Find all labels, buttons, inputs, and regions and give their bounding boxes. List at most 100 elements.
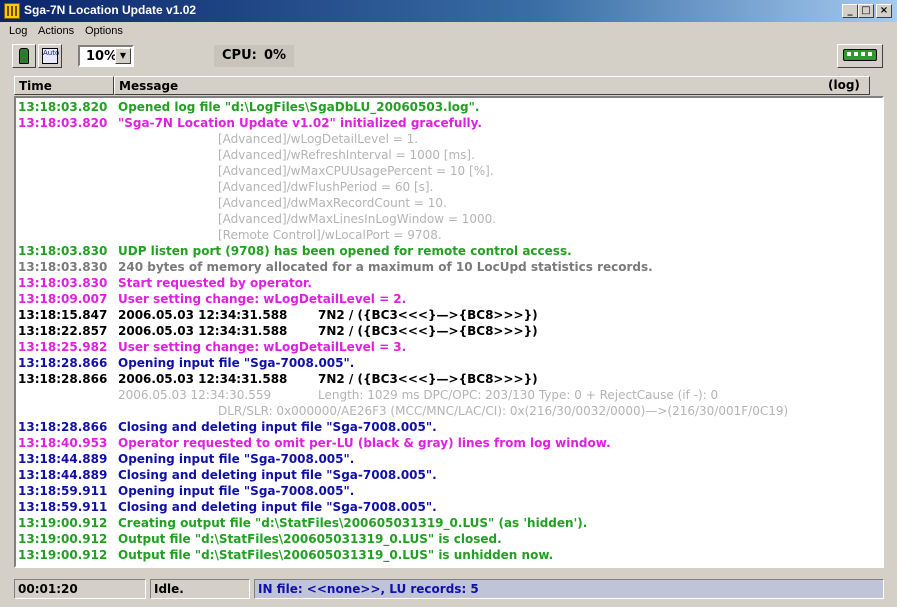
log-row: 13:18:15.847 2006.05.03 12:34:31.588 7N2 /… [16,308,882,324]
log-x1: 7N2 / ({BC3<<<}—>{BC8>>>}) [318,324,538,338]
log-time: 13:19:00.912 [18,548,108,562]
log-row: 13:18:28.866 Closing and deleting input f… [16,420,882,436]
log-time: 13:18:44.889 [18,452,108,466]
log-row: DLR/SLR: 0x000000/AE26F3 (MCC/MNC/LAC/CI… [16,404,882,420]
auto-download-icon: Auto [42,48,59,64]
log-ind: [Remote Control]/wLocalPort = 9708. [218,228,442,242]
close-button[interactable]: × [876,4,892,18]
app-icon[interactable] [4,3,20,19]
log-msg: 2006.05.03 12:34:31.588 [118,372,288,386]
log-time: 13:18:28.866 [18,420,108,434]
log-time: 13:18:44.889 [18,468,108,482]
toolbar: Auto 10% ▼ CPU: 0% [0,41,897,73]
log-x1: Length: 1029 ms DPC/OPC: 203/130 Type: 0… [318,388,719,402]
cpu-limit-value: 10% [86,49,118,64]
log-row: [Advanced]/dwFlushPeriod = 60 [s]. [16,180,882,196]
log-row: 13:18:03.830 Start requested by operator. [16,276,882,292]
log-time: 13:18:59.911 [18,500,108,514]
maximize-button[interactable]: □ [858,4,874,18]
column-header-message[interactable]: Message [114,76,870,95]
log-msg: Creating output file "d:\StatFiles\20060… [118,516,588,530]
log-msg: Opening input file "Sga-7008.005". [118,356,355,370]
log-row: 13:18:44.889 Opening input file "Sga-7008… [16,452,882,468]
log-msg: UDP listen port (9708) has been opened f… [118,244,572,258]
log-header: Time Message (log) [14,76,884,95]
status-bar: 00:01:20 Idle. IN file: <<none>>, LU rec… [0,577,897,603]
log-msg: User setting change: wLogDetailLevel = 2… [118,292,407,306]
log-window[interactable]: 13:18:03.820 Opened log file "d:\LogFiles… [14,96,884,568]
minimize-button[interactable]: _ [842,4,858,18]
auto-button[interactable]: Auto [38,44,62,68]
log-ind: [Advanced]/wRefreshInterval = 1000 [ms]. [218,148,475,162]
log-ind: DLR/SLR: 0x000000/AE26F3 (MCC/MNC/LAC/CI… [218,404,789,418]
log-msg: Opened log file "d:\LogFiles\SgaDbLU_200… [118,100,480,114]
log-ind: [Advanced]/wMaxCPUUsagePercent = 10 [%]. [218,164,494,178]
log-time: 13:18:09.007 [18,292,108,306]
cpu-label: CPU: [222,48,257,63]
log-x1: 7N2 / ({BC3<<<}—>{BC8>>>}) [318,308,538,322]
menu-log[interactable]: Log [9,25,27,37]
log-ind: [Advanced]/dwFlushPeriod = 60 [s]. [218,180,434,194]
log-time: 13:18:03.820 [18,116,108,130]
log-row: 13:19:00.912 Output file "d:\StatFiles\20… [16,532,882,548]
cpu-limit-select[interactable]: 10% ▼ [78,45,134,67]
log-ind: [Advanced]/wLogDetailLevel = 1. [218,132,419,146]
traffic-light-button[interactable] [12,44,36,68]
status-state: Idle. [150,579,250,599]
log-time: 13:18:40.953 [18,436,108,450]
log-row: 13:18:28.866 Opening input file "Sga-7008… [16,356,882,372]
log-row: 13:19:00.912 Output file "d:\StatFiles\20… [16,548,882,564]
log-msg: Opening input file "Sga-7008.005". [118,484,355,498]
column-header-log: (log) [828,78,860,92]
log-row: 13:18:40.953 Operator requested to omit p… [16,436,882,452]
log-row: [Advanced]/wRefreshInterval = 1000 [ms]. [16,148,882,164]
traffic-light-icon [19,48,29,64]
log-time: 13:18:25.982 [18,340,108,354]
log-row: 13:18:44.889 Closing and deleting input f… [16,468,882,484]
train-icon [843,49,877,61]
log-row: [Advanced]/wLogDetailLevel = 1. [16,132,882,148]
log-row: 13:18:22.857 2006.05.03 12:34:31.588 7N2 /… [16,324,882,340]
log-msg: User setting change: wLogDetailLevel = 3… [118,340,407,354]
window-title: Sga-7N Location Update v1.02 [24,3,197,17]
log-msg: Output file "d:\StatFiles\200605031319_0… [118,548,554,562]
column-header-time[interactable]: Time [14,76,114,95]
menu-actions[interactable]: Actions [38,25,74,37]
chevron-down-icon[interactable]: ▼ [115,48,131,64]
log-msg: Start requested by operator. [118,276,312,290]
log-msg: 2006.05.03 12:34:30.559 [118,388,272,402]
train-button[interactable] [837,44,883,68]
log-msg: Closing and deleting input file "Sga-700… [118,468,437,482]
log-row: [Advanced]/dwMaxLinesInLogWindow = 1000. [16,212,882,228]
log-row: 13:18:03.830 UDP listen port (9708) has b… [16,244,882,260]
log-row: 13:18:59.911 Closing and deleting input f… [16,500,882,516]
log-time: 13:18:15.847 [18,308,108,322]
log-time: 13:18:59.911 [18,484,108,498]
log-msg: Closing and deleting input file "Sga-700… [118,500,437,514]
log-row: 13:18:28.866 2006.05.03 12:34:31.588 7N2 /… [16,372,882,388]
log-time: 13:19:00.912 [18,532,108,546]
log-msg: 240 bytes of memory allocated for a maxi… [118,260,653,274]
log-row: [Advanced]/wMaxCPUUsagePercent = 10 [%]. [16,164,882,180]
cpu-value: 0% [264,48,287,63]
log-row: 2006.05.03 12:34:30.559 Length: 1029 ms D… [16,388,882,404]
log-msg: Output file "d:\StatFiles\200605031319_0… [118,532,502,546]
log-ind: [Advanced]/dwMaxLinesInLogWindow = 1000. [218,212,497,226]
menu-options[interactable]: Options [85,25,123,37]
log-row: 13:18:09.007 User setting change: wLogDet… [16,292,882,308]
log-msg: Operator requested to omit per-LU (black… [118,436,611,450]
menu-bar: Log Actions Options [0,23,897,41]
log-row: 13:18:59.911 Opening input file "Sga-7008… [16,484,882,500]
log-msg: Closing and deleting input file "Sga-700… [118,420,437,434]
log-time: 13:18:03.830 [18,244,108,258]
status-info: IN file: <<none>>, LU records: 5 [254,579,884,599]
log-time: 13:18:03.830 [18,260,108,274]
log-ind: [Advanced]/dwMaxRecordCount = 10. [218,196,447,210]
status-elapsed: 00:01:20 [14,579,146,599]
log-row: 13:18:03.820 "Sga-7N Location Update v1.0… [16,116,882,132]
log-row: 13:19:00.912 Creating output file "d:\Sta… [16,516,882,532]
log-row: 13:18:03.820 Opened log file "d:\LogFiles… [16,100,882,116]
log-time: 13:19:00.912 [18,516,108,530]
title-bar[interactable]: Sga-7N Location Update v1.02 _ □ × [0,0,897,22]
log-row: 13:18:03.830 240 bytes of memory allocate… [16,260,882,276]
